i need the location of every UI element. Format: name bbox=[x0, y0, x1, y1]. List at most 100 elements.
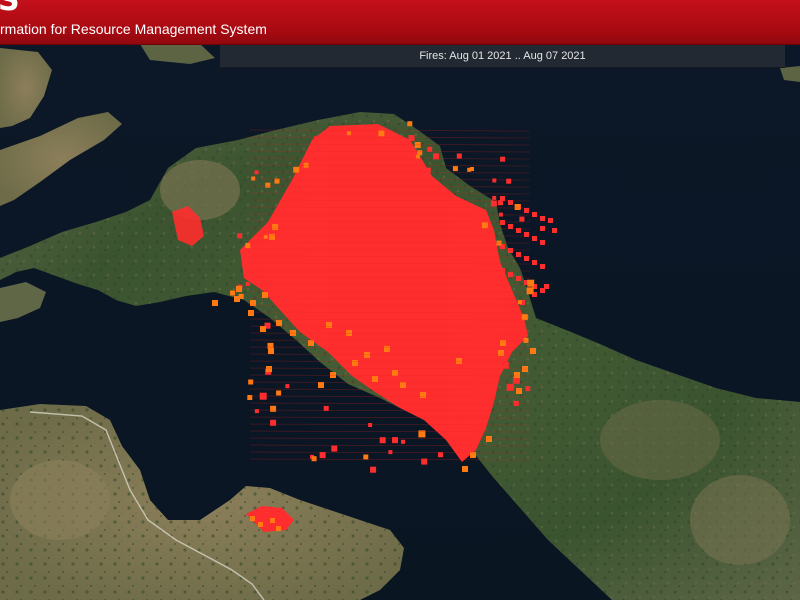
fire-pixel bbox=[272, 224, 279, 230]
fire-pixel bbox=[415, 154, 420, 159]
terrain-patch bbox=[690, 475, 790, 565]
fire-pixel-orange bbox=[420, 392, 426, 398]
terrain-patch bbox=[10, 460, 110, 540]
fire-pixel-orange bbox=[250, 516, 255, 521]
fire-pixel bbox=[517, 300, 522, 305]
fire-pixel bbox=[265, 182, 271, 188]
fire-pixel bbox=[552, 228, 557, 233]
fire-pixel bbox=[532, 236, 537, 241]
fire-pixel-orange bbox=[276, 526, 281, 531]
fire-pixel bbox=[370, 466, 377, 473]
fire-pixel bbox=[388, 450, 393, 455]
fire-pixel bbox=[452, 166, 458, 172]
fire-pixel bbox=[506, 178, 512, 184]
app-header: S rmation for Resource Management System bbox=[0, 0, 800, 45]
fire-pixel-orange bbox=[364, 352, 370, 358]
fire-pixel bbox=[492, 178, 497, 183]
fire-pixel bbox=[544, 284, 549, 289]
fire-pixel bbox=[251, 176, 256, 181]
fire-pixel bbox=[540, 226, 545, 231]
fire-pixel bbox=[508, 272, 513, 277]
fire-pixel-orange bbox=[516, 388, 522, 394]
fire-pixel bbox=[481, 222, 488, 229]
fire-pixel bbox=[456, 153, 462, 159]
fire-pixel bbox=[504, 310, 512, 318]
fire-pixel bbox=[414, 142, 421, 148]
fire-pixel bbox=[331, 445, 338, 452]
fire-pixel-orange bbox=[352, 360, 358, 366]
fire-pixel-orange bbox=[346, 330, 352, 336]
fire-pixel bbox=[381, 147, 389, 155]
fire-pixel bbox=[455, 412, 462, 419]
fire-pixel bbox=[363, 454, 369, 460]
app-logo-fragment: S bbox=[0, 0, 20, 18]
fire-pixel bbox=[276, 390, 282, 396]
fire-pixel bbox=[527, 279, 535, 287]
satellite-map[interactable] bbox=[0, 0, 800, 600]
fire-pixel bbox=[245, 282, 250, 286]
fire-pixel bbox=[508, 224, 513, 229]
fire-pixel bbox=[378, 130, 385, 137]
fire-pixel bbox=[230, 290, 235, 296]
fire-pixel bbox=[347, 131, 351, 136]
fire-pixel-orange bbox=[270, 518, 275, 523]
fire-pixel bbox=[425, 167, 431, 173]
date-range-bar: Fires: Aug 01 2021 .. Aug 07 2021 bbox=[220, 45, 785, 68]
fire-pixel bbox=[500, 220, 505, 225]
fire-pixel bbox=[472, 400, 478, 406]
fire-pixel bbox=[508, 296, 513, 301]
fire-pixel bbox=[245, 243, 251, 249]
fire-pixel bbox=[525, 386, 531, 392]
fire-pixel bbox=[408, 135, 415, 142]
fire-pixel bbox=[263, 234, 268, 239]
fire-pixel bbox=[524, 208, 529, 213]
fire-pixel bbox=[498, 318, 503, 323]
fire-pixel bbox=[508, 248, 513, 253]
fire-pixel-orange bbox=[258, 522, 263, 527]
fire-pixel bbox=[254, 409, 259, 414]
fire-pixel bbox=[526, 287, 534, 295]
fire-pixel bbox=[332, 156, 338, 163]
fire-pixel-orange bbox=[236, 286, 242, 292]
fire-pixel bbox=[401, 439, 405, 444]
fire-pixel bbox=[513, 400, 519, 406]
fire-pixel-orange bbox=[234, 296, 240, 302]
fire-pixel bbox=[407, 121, 413, 127]
fire-pixel bbox=[417, 150, 423, 156]
fire-map-app: S rmation for Resource Management System… bbox=[0, 0, 800, 600]
fire-pixel bbox=[398, 160, 404, 166]
fire-pixel bbox=[540, 264, 545, 269]
fire-pixel bbox=[311, 456, 317, 462]
fire-pixel bbox=[490, 200, 497, 207]
fire-pixel-orange bbox=[266, 366, 272, 372]
fire-pixel bbox=[237, 233, 243, 239]
fire-pixel bbox=[492, 373, 499, 380]
fire-pixel bbox=[500, 292, 505, 297]
fire-pixel-orange bbox=[248, 310, 254, 316]
fire-pixel-orange bbox=[262, 292, 268, 298]
fire-pixel bbox=[392, 437, 398, 444]
terrain-patch bbox=[600, 400, 720, 480]
fire-pixel bbox=[368, 423, 373, 427]
fire-pixel bbox=[490, 349, 495, 353]
date-range-label: Fires: Aug 01 2021 .. Aug 07 2021 bbox=[419, 50, 586, 62]
fire-pixel bbox=[270, 419, 277, 426]
fire-pixel-orange bbox=[530, 348, 536, 354]
fire-pixel bbox=[492, 195, 497, 200]
fire-pixel-orange bbox=[400, 382, 406, 388]
fire-pixel bbox=[270, 405, 277, 412]
fire-pixel bbox=[319, 452, 326, 459]
fire-pixel bbox=[521, 314, 528, 321]
fire-pixel-orange bbox=[384, 346, 390, 352]
fire-pixel bbox=[455, 437, 462, 444]
fire-pixel bbox=[470, 167, 474, 171]
fire-pixel bbox=[427, 146, 433, 152]
fire-pixel-orange bbox=[462, 466, 468, 472]
fire-pixel bbox=[488, 381, 495, 388]
fire-pixel bbox=[516, 276, 521, 281]
fire-pixel bbox=[540, 240, 545, 245]
fire-pixel-orange bbox=[318, 382, 324, 388]
fire-pixel bbox=[532, 260, 537, 265]
fire-pixel bbox=[501, 361, 509, 369]
fire-pixel-orange bbox=[456, 358, 462, 364]
